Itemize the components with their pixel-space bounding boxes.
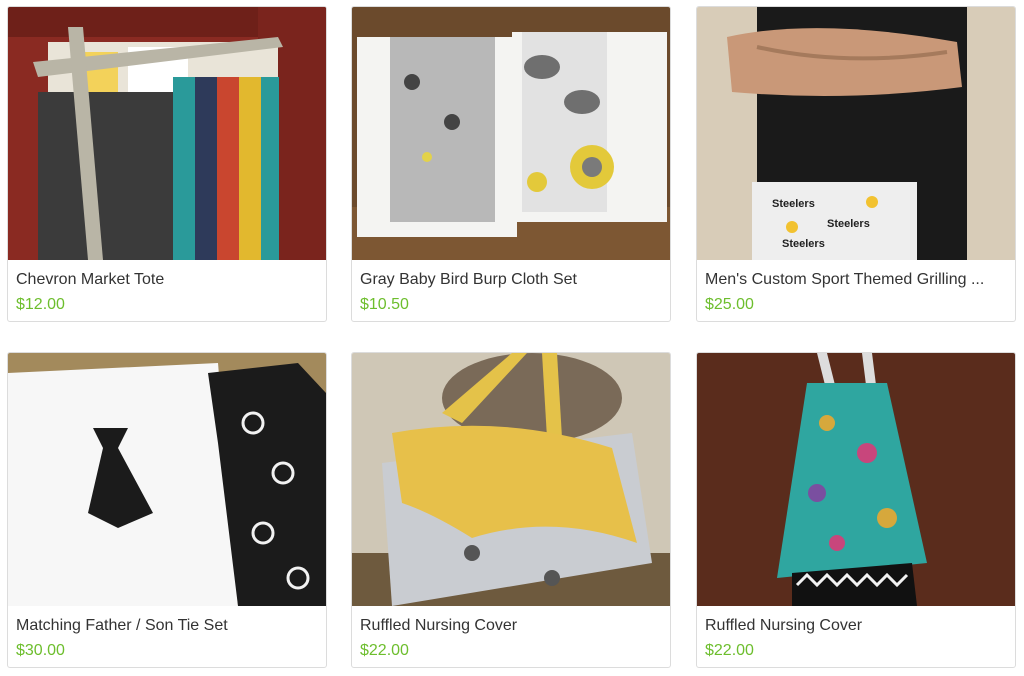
product-title[interactable]: Chevron Market Tote <box>16 270 318 290</box>
product-info: Ruffled Nursing Cover $22.00 <box>352 606 670 667</box>
grilling-apron-photo[interactable]: Steelers Steelers Steelers <box>697 7 1015 260</box>
product-title[interactable]: Men's Custom Sport Themed Grilling ... <box>705 270 1007 290</box>
nursing-cover-teal-photo[interactable] <box>697 353 1015 606</box>
burp-cloth-photo[interactable] <box>352 7 670 260</box>
product-card-burp-cloth-set[interactable]: Gray Baby Bird Burp Cloth Set $10.50 <box>351 6 671 322</box>
product-title[interactable]: Matching Father / Son Tie Set <box>16 616 318 636</box>
product-grid: Chevron Market Tote $12.00 Gray Baby Bir… <box>0 0 1024 676</box>
product-title[interactable]: Ruffled Nursing Cover <box>360 616 662 636</box>
product-info: Matching Father / Son Tie Set $30.00 <box>8 606 326 667</box>
product-price: $25.00 <box>705 296 754 313</box>
product-card-nursing-cover-teal[interactable]: Ruffled Nursing Cover $22.00 <box>696 352 1016 668</box>
product-price: $12.00 <box>16 296 65 313</box>
product-card-father-son-tie-set[interactable]: Matching Father / Son Tie Set $30.00 <box>7 352 327 668</box>
svg-text:Steelers: Steelers <box>827 218 870 230</box>
product-card-chevron-market-tote[interactable]: Chevron Market Tote $12.00 <box>7 6 327 322</box>
product-title[interactable]: Gray Baby Bird Burp Cloth Set <box>360 270 662 290</box>
chevron-tote-photo[interactable] <box>8 7 326 260</box>
product-title[interactable]: Ruffled Nursing Cover <box>705 616 1007 636</box>
product-info: Chevron Market Tote $12.00 <box>8 260 326 321</box>
product-info: Gray Baby Bird Burp Cloth Set $10.50 <box>352 260 670 321</box>
tie-set-photo[interactable] <box>8 353 326 606</box>
product-card-nursing-cover-yellow[interactable]: Ruffled Nursing Cover $22.00 <box>351 352 671 668</box>
product-info: Men's Custom Sport Themed Grilling ... $… <box>697 260 1015 321</box>
nursing-cover-yellow-photo[interactable] <box>352 353 670 606</box>
product-price: $22.00 <box>360 642 409 659</box>
product-price: $10.50 <box>360 296 409 313</box>
product-price: $22.00 <box>705 642 754 659</box>
product-info: Ruffled Nursing Cover $22.00 <box>697 606 1015 667</box>
product-price: $30.00 <box>16 642 65 659</box>
product-card-grilling-apron[interactable]: Steelers Steelers Steelers Men's Custom … <box>696 6 1016 322</box>
svg-text:Steelers: Steelers <box>782 238 825 250</box>
svg-text:Steelers: Steelers <box>772 198 815 210</box>
